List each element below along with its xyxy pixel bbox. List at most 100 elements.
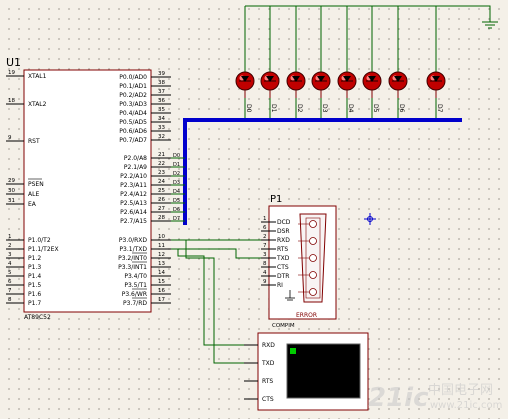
pin-number: 10 bbox=[158, 234, 165, 240]
net-label: D6 bbox=[173, 207, 180, 213]
pin-name: RI bbox=[277, 282, 283, 289]
pin-name: EA bbox=[28, 201, 37, 208]
wire-txd-to-terminal[interactable] bbox=[177, 249, 252, 346]
site-watermark-logo: 21ic 中国电子网 www.21ic.com bbox=[368, 383, 502, 413]
pin-number: 5 bbox=[8, 270, 12, 276]
pin-number: 4 bbox=[8, 261, 12, 267]
compim-ref-label: P1 bbox=[270, 194, 282, 205]
pin-name: P0.7/AD7 bbox=[119, 137, 147, 144]
pin-number: 3 bbox=[8, 252, 12, 258]
pin-name: TXD bbox=[261, 360, 275, 367]
pin-name: RXD bbox=[277, 237, 290, 244]
pin-name: P3.3/INT1 bbox=[118, 264, 147, 271]
pin-number: 8 bbox=[8, 297, 12, 303]
pin-name: P1.5 bbox=[28, 282, 41, 289]
pin-number: 31 bbox=[8, 198, 15, 204]
schematic-canvas[interactable]: D0 D1 D2 D3 D4 D5 D6 D7 U1 19 XTAL118 XTAL29 RST29… bbox=[0, 0, 508, 419]
pin-number: 2 bbox=[8, 243, 12, 249]
pin-name: P2.6/A14 bbox=[120, 209, 147, 216]
pin-name: P2.0/A8 bbox=[124, 155, 147, 162]
net-label: D0 bbox=[173, 153, 180, 159]
pin-name: DTR bbox=[277, 273, 289, 280]
pin-name: P1.0/T2 bbox=[28, 237, 51, 244]
pin-name: P1.3 bbox=[28, 264, 41, 271]
pin-number: 14 bbox=[158, 270, 165, 276]
pin-name: P1.4 bbox=[28, 273, 41, 280]
ground-rail bbox=[245, 5, 491, 22]
pin-name: P1.6 bbox=[28, 291, 41, 298]
pin-name: DCD bbox=[277, 219, 291, 226]
pin-name: P1.7 bbox=[28, 300, 41, 307]
pin-number: 35 bbox=[158, 107, 165, 113]
pin-name: RTS bbox=[262, 378, 273, 385]
pin-number: 3 bbox=[263, 252, 267, 258]
pin-number: 7 bbox=[263, 243, 267, 249]
pin-number: 9 bbox=[263, 279, 267, 285]
pin-name: RTS bbox=[277, 246, 288, 253]
pin-name: P0.0/AD0 bbox=[119, 74, 147, 81]
led-label: D6 bbox=[398, 104, 405, 113]
pin-number: 26 bbox=[158, 197, 165, 203]
pin-number: 17 bbox=[158, 297, 165, 303]
pin-name: P2.2/A10 bbox=[120, 173, 147, 180]
led-label: D1 bbox=[270, 104, 277, 113]
pin-name: P0.2/AD2 bbox=[119, 92, 147, 99]
pin-name: XTAL2 bbox=[28, 101, 47, 108]
led-common-net[interactable] bbox=[244, 5, 498, 72]
terminal-cursor bbox=[290, 348, 296, 354]
pin-number: 39 bbox=[158, 71, 165, 77]
pin-number: 7 bbox=[8, 288, 12, 294]
pin-number: 11 bbox=[158, 243, 165, 249]
pin-number: 18 bbox=[8, 98, 15, 104]
net-label: D7 bbox=[173, 216, 180, 222]
compim-p1[interactable]: P1 1 DCD 6 DSR 2 RXD 7 RTS 3 TXD 8 CTS 4 DTR 9 RI ERROR… bbox=[261, 194, 337, 329]
mcu-ref-label: U1 bbox=[6, 56, 21, 69]
pin-number: 36 bbox=[158, 98, 165, 104]
pin-number: 32 bbox=[158, 134, 165, 140]
pin-name: P2.3/A11 bbox=[120, 182, 147, 189]
pin-name: TXD bbox=[276, 255, 290, 262]
pin-number: 24 bbox=[158, 179, 165, 185]
pin-number: 33 bbox=[158, 125, 165, 131]
pin-name: P0.6/AD6 bbox=[119, 128, 147, 135]
pin-number: 6 bbox=[263, 225, 267, 231]
pin-name: P3.1/TXD bbox=[119, 246, 147, 253]
pin-name: P0.1/AD1 bbox=[119, 83, 147, 90]
net-label: D2 bbox=[173, 171, 180, 177]
pin-name: RXD bbox=[262, 342, 275, 349]
led-array[interactable]: D0 D1 D2 D3 D4 D5 D6 D7 bbox=[235, 71, 446, 113]
pin-number: 2 bbox=[263, 234, 267, 240]
pin-number: 15 bbox=[158, 279, 165, 285]
pin-number: 23 bbox=[158, 170, 165, 176]
pin-name: DSR bbox=[277, 228, 290, 235]
wire-txd-to-compim[interactable] bbox=[171, 248, 261, 259]
net-label: D4 bbox=[173, 189, 180, 195]
mcu-part-label: AT89C52 bbox=[24, 314, 51, 321]
led-anode-wires bbox=[244, 6, 437, 72]
net-label: D5 bbox=[173, 198, 180, 204]
svg-text:www.21ic.com: www.21ic.com bbox=[430, 400, 502, 411]
pin-name: P3.4/T0 bbox=[124, 273, 147, 280]
pin-number: 37 bbox=[158, 89, 165, 95]
pin-name: P3.5/T1 bbox=[124, 282, 147, 289]
pin-name: ALE bbox=[28, 191, 39, 198]
led-label: D4 bbox=[347, 104, 354, 113]
pin-name: P0.5/AD5 bbox=[119, 119, 147, 126]
pin-number: 8 bbox=[263, 261, 267, 267]
crosshair-marker-icon bbox=[364, 213, 376, 225]
pin-name: CTS bbox=[262, 396, 274, 403]
svg-text:中国电子网: 中国电子网 bbox=[428, 383, 493, 398]
compim-status: ERROR bbox=[296, 312, 317, 319]
svg-text:21ic: 21ic bbox=[368, 383, 429, 413]
pin-name: P2.5/A13 bbox=[120, 200, 147, 207]
virtual-terminal[interactable]: RXD TXD RTS CTS bbox=[244, 332, 369, 411]
pin-number: 21 bbox=[158, 152, 165, 158]
mcu-u1[interactable]: U1 19 XTAL1 18 XTAL2 9 RST 29 PSEN 30 ALE 31 EA 1 P1.… bbox=[6, 56, 185, 321]
pin-name: P3.6/WR bbox=[122, 291, 147, 298]
pin-name: P0.4/AD4 bbox=[119, 110, 147, 117]
pin-number: 12 bbox=[158, 252, 165, 258]
pin-name: P3.7/RD bbox=[123, 300, 147, 307]
pin-name: P3.2/INT0 bbox=[118, 255, 147, 262]
pin-number: 6 bbox=[8, 279, 12, 285]
pin-name: P3.0/RXD bbox=[119, 237, 147, 244]
